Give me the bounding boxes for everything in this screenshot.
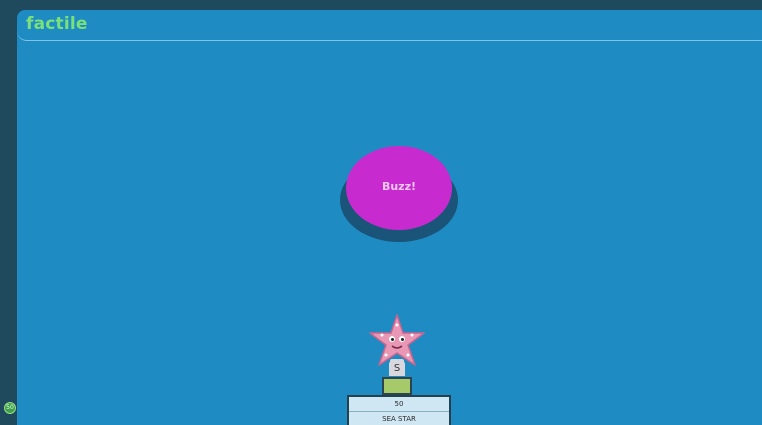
settings-icon[interactable]: 50: [4, 402, 16, 414]
team-name: SEA STAR: [382, 415, 416, 423]
podium-stand: [382, 377, 412, 395]
window-frame: factile Buzz! S 50 SEA STAR 50: [0, 0, 762, 425]
game-screen: factile Buzz! S 50 SEA STAR: [17, 10, 762, 425]
buzz-button-label: Buzz!: [381, 179, 417, 193]
corner-label: 50: [6, 404, 14, 411]
brand-logo[interactable]: factile: [26, 14, 88, 34]
buzz-button[interactable]: Buzz!: [346, 146, 452, 230]
player-score: 50: [349, 397, 449, 412]
buzzer: Buzz!: [340, 146, 458, 244]
player-letter: S: [389, 361, 405, 376]
player-scorebox: 50 SEA STAR: [347, 395, 451, 425]
starfish-body: [369, 314, 425, 366]
top-bar: factile: [17, 10, 762, 41]
